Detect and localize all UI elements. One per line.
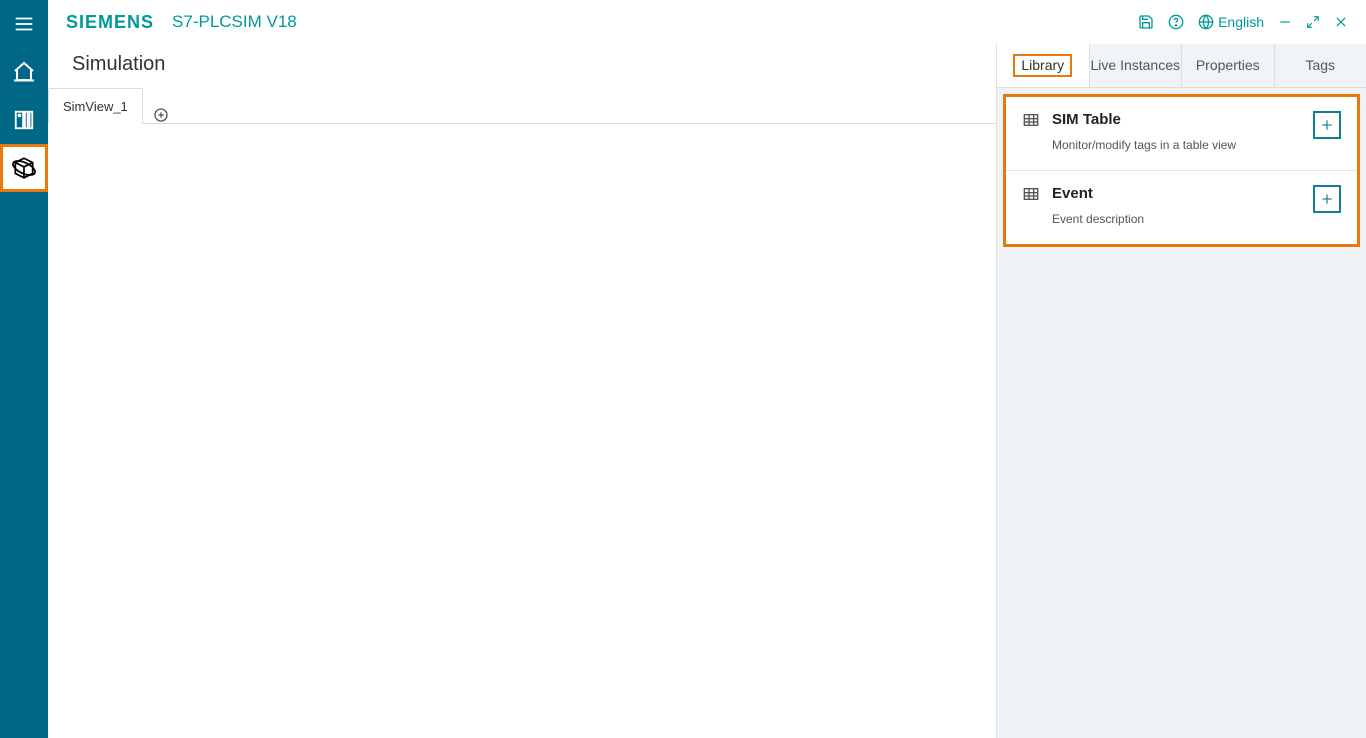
brand-logo: SIEMENS — [66, 12, 154, 33]
language-label: English — [1218, 14, 1264, 30]
tab-label: SimView_1 — [63, 99, 128, 114]
hamburger-icon — [13, 13, 35, 35]
sim-table-desc: Monitor/modify tags in a table view — [1052, 138, 1301, 152]
top-bar: SIEMENS S7-PLCSIM V18 English — [48, 0, 1366, 44]
globe-icon — [1198, 14, 1214, 30]
add-tab-button[interactable] — [143, 107, 179, 123]
table-icon — [1022, 111, 1040, 152]
right-panel: Library Live Instances Properties Tags S… — [996, 44, 1366, 738]
simulation-canvas[interactable] — [48, 124, 996, 738]
home-button[interactable] — [0, 48, 48, 96]
minimize-icon — [1278, 15, 1292, 29]
tab-simview-1[interactable]: SimView_1 — [48, 88, 143, 124]
home-icon — [12, 60, 36, 84]
language-selector[interactable]: English — [1198, 14, 1264, 30]
library-card-event[interactable]: Event Event description — [1006, 171, 1357, 244]
add-sim-table-button[interactable] — [1313, 111, 1341, 139]
close-icon — [1334, 15, 1348, 29]
plus-icon — [1320, 118, 1334, 132]
event-icon — [1022, 185, 1040, 226]
cube-atom-icon — [11, 155, 37, 181]
plus-icon — [1320, 192, 1334, 206]
tab-tags-label: Tags — [1305, 58, 1335, 73]
right-panel-tabs: Library Live Instances Properties Tags — [997, 44, 1366, 88]
tab-library-label: Library — [1013, 54, 1072, 77]
page-title: Simulation — [48, 44, 996, 84]
topbar-right: English — [1138, 14, 1348, 30]
save-button[interactable] — [1138, 14, 1154, 30]
help-button[interactable] — [1168, 14, 1184, 30]
close-button[interactable] — [1334, 15, 1348, 29]
save-icon — [1138, 14, 1154, 30]
restore-button[interactable] — [1306, 15, 1320, 29]
module-icon — [13, 109, 35, 131]
add-event-button[interactable] — [1313, 185, 1341, 213]
tab-tags[interactable]: Tags — [1275, 44, 1366, 87]
event-title: Event — [1052, 185, 1301, 202]
library-card-sim-table[interactable]: SIM Table Monitor/modify tags in a table… — [1006, 97, 1357, 171]
simulation-button[interactable] — [0, 144, 48, 192]
app-title: S7-PLCSIM V18 — [172, 12, 297, 32]
help-icon — [1168, 14, 1184, 30]
event-desc: Event description — [1052, 212, 1301, 226]
tab-properties[interactable]: Properties — [1182, 44, 1275, 87]
left-rail — [0, 0, 48, 738]
module-button[interactable] — [0, 96, 48, 144]
minimize-button[interactable] — [1278, 15, 1292, 29]
tab-library[interactable]: Library — [997, 44, 1090, 87]
tab-live-instances[interactable]: Live Instances — [1090, 44, 1183, 87]
restore-icon — [1306, 15, 1320, 29]
sim-tab-strip: SimView_1 — [48, 88, 996, 124]
plus-circle-icon — [153, 107, 169, 123]
library-body: SIM Table Monitor/modify tags in a table… — [1003, 94, 1360, 247]
sim-table-title: SIM Table — [1052, 111, 1301, 128]
tab-properties-label: Properties — [1196, 58, 1260, 73]
menu-button[interactable] — [0, 0, 48, 48]
tab-live-label: Live Instances — [1091, 58, 1181, 73]
